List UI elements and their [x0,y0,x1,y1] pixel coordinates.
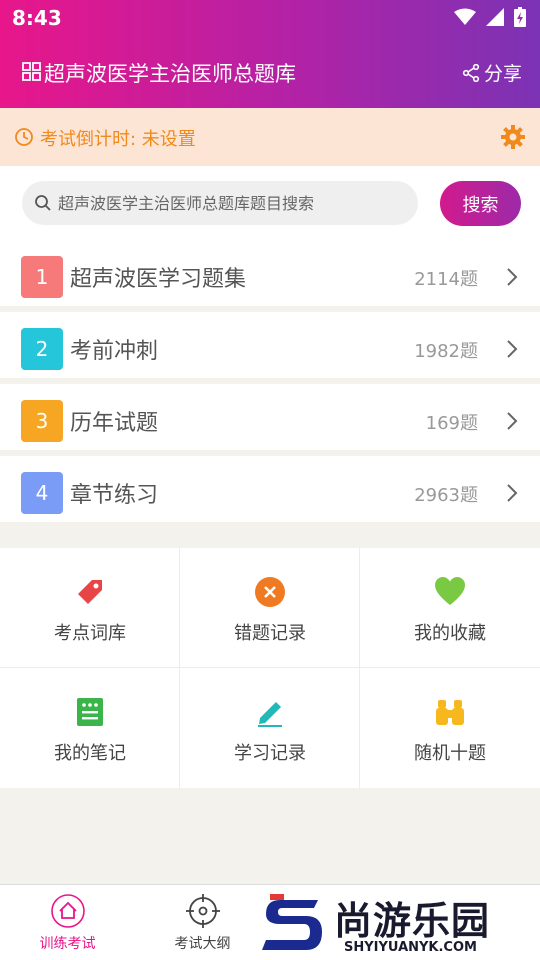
share-icon [462,63,480,82]
share-button[interactable]: 分享 [462,59,522,86]
grid-menu-icon [22,62,41,81]
share-label: 分享 [483,63,522,85]
list-item-label: 考前冲刺 [70,339,159,364]
heart-icon [435,577,465,605]
list-item-count: 169题 [425,413,478,434]
list-item-sprint[interactable]: 2 考前冲刺 1982题 [0,312,540,378]
tool-label: 错题记录 [234,623,306,644]
search-input[interactable] [58,181,408,225]
tab-exam-outline[interactable]: 考试大纲 [135,885,270,960]
tool-label: 学习记录 [234,743,306,764]
tag-icon [78,580,102,604]
list-item-label: 历年试题 [70,411,159,436]
chevron-right-icon [507,412,518,430]
watermark-url: SHYIYUANYK.COM [344,940,477,955]
status-time: 8:43 [12,6,62,30]
list-number-badge: 4 [21,472,63,514]
search-box[interactable] [22,181,418,225]
wifi-icon [454,8,476,25]
countdown-text: 考试倒计时: 未设置 [40,129,196,150]
search-area: 搜索 [0,166,540,242]
list-item-practice-set[interactable]: 1 超声波医学习题集 2114题 [0,240,540,306]
tool-label: 考点词库 [54,623,126,644]
tool-notes[interactable]: 我的笔记 [0,668,180,788]
chevron-right-icon [507,268,518,286]
app-header: 8:43 超声波医学主治医师总题库 分享 [0,0,540,108]
tools-grid: 考点词库 错题记录 我的收藏 我的笔记 学习记录 随机十题 [0,548,540,788]
tool-keyword-bank[interactable]: 考点词库 [0,548,180,668]
list-item-count: 2114题 [414,269,478,290]
clock-icon [15,128,33,146]
target-icon [186,894,220,928]
list-item-label: 超声波医学习题集 [70,267,247,292]
list-item-count: 2963题 [414,485,478,506]
tool-wrong-answers[interactable]: 错题记录 [180,548,360,668]
watermark-text: 尚游乐园 [334,899,491,943]
countdown-bar: 考试倒计时: 未设置 [0,108,540,166]
signal-icon [486,8,504,26]
close-circle-icon [255,577,285,607]
tool-label: 我的收藏 [414,623,486,644]
tab-training-exam[interactable]: 训练考试 [0,885,135,960]
chevron-right-icon [507,484,518,502]
search-icon [35,195,51,211]
battery-icon [514,7,526,27]
list-item-count: 1982题 [414,341,478,362]
title-row: 超声波医学主治医师总题库 分享 [0,52,540,92]
list-item-chapter-practice[interactable]: 4 章节练习 2963题 [0,456,540,522]
tool-random-ten[interactable]: 随机十题 [360,668,540,788]
search-button[interactable]: 搜索 [440,181,521,226]
status-icons [454,7,526,27]
tool-label: 随机十题 [414,743,486,764]
list-number-badge: 1 [21,256,63,298]
list-item-label: 章节练习 [70,483,159,508]
status-bar: 8:43 [0,0,540,36]
tool-label: 我的笔记 [54,743,126,764]
tab-label: 考试大纲 [174,936,231,952]
pencil-icon [258,702,282,727]
tool-favorites[interactable]: 我的收藏 [360,548,540,668]
list-item-past-exams[interactable]: 3 历年试题 169题 [0,384,540,450]
gear-icon[interactable] [500,124,526,150]
watermark: 尚游乐园 SHYIYUANYK.COM [260,890,540,960]
list-number-badge: 2 [21,328,63,370]
home-icon [51,894,85,928]
tab-label: 训练考试 [39,936,96,952]
chevron-right-icon [507,340,518,358]
binoculars-icon [436,700,464,725]
list-number-badge: 3 [21,400,63,442]
notes-icon [77,698,103,726]
tool-study-history[interactable]: 学习记录 [180,668,360,788]
watermark-logo [262,894,322,950]
page-title: 超声波医学主治医师总题库 [44,62,296,86]
